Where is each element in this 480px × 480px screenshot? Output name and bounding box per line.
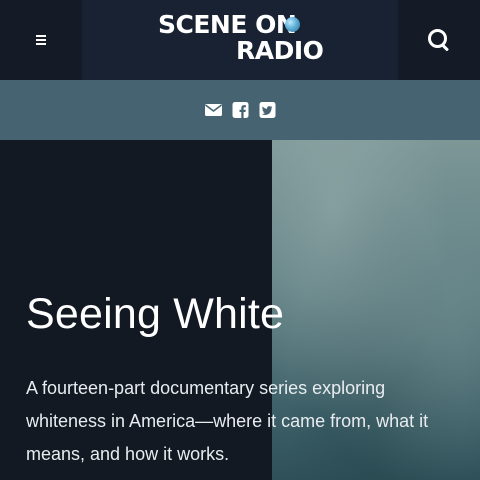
hero-section: Seeing White A fourteen-part documentary… [0,140,480,480]
page-title: Seeing White [26,290,285,338]
globe-icon [285,17,300,32]
social-share-bar [0,80,480,140]
search-button[interactable] [398,0,480,80]
hamburger-menu-icon[interactable] [36,35,46,45]
facebook-icon[interactable] [232,102,249,118]
page-description: A fourteen-part documentary series explo… [26,378,429,464]
envelope-icon[interactable] [204,102,222,118]
site-logo[interactable]: SCENE ON RADIO [82,0,398,80]
twitter-icon[interactable] [259,102,276,118]
menu-button[interactable] [0,0,82,80]
search-icon[interactable] [428,29,450,52]
logo-line-2: RADIO [236,36,324,65]
site-header: SCENE ON RADIO [0,0,480,80]
logo-area: SCENE ON RADIO [82,0,398,80]
